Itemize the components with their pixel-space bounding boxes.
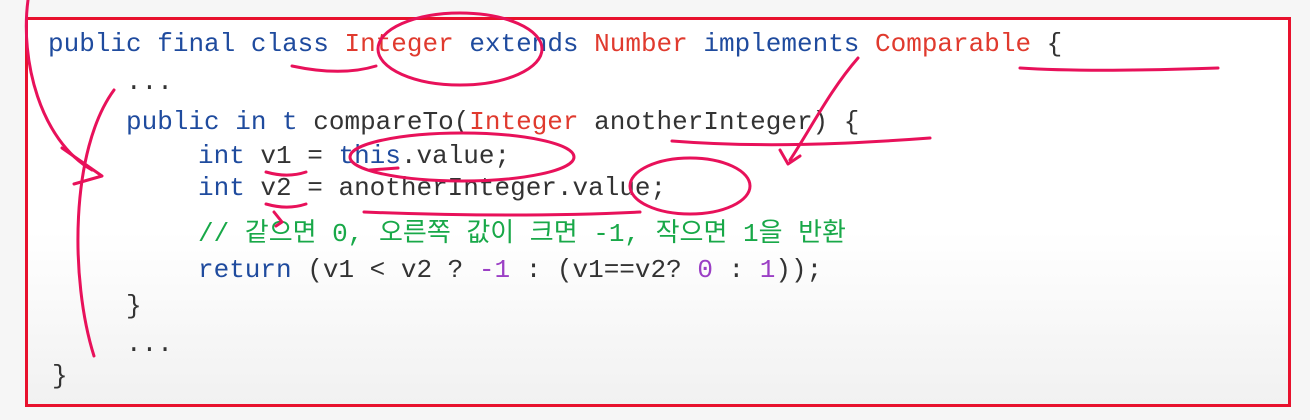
keyword-class: class xyxy=(250,29,329,59)
keyword-this: this xyxy=(338,141,401,171)
number-literal: 1 xyxy=(759,255,776,285)
code-line-3: public in t compareTo(Integer anotherInt… xyxy=(126,106,859,138)
variable-v1: v1 xyxy=(260,141,292,171)
assign-op: = xyxy=(307,141,323,171)
open-brace: { xyxy=(1046,29,1063,59)
expr-part: )); xyxy=(775,255,823,285)
code-line-5: int v2 = anotherInteger.value; xyxy=(198,172,666,204)
keyword-extends: extends xyxy=(469,29,579,59)
keyword-int: in t xyxy=(235,107,298,137)
number-literal: 0 xyxy=(697,255,713,285)
method-name: compareTo( xyxy=(313,107,470,137)
type-number: Number xyxy=(594,29,688,59)
keyword-return: return xyxy=(198,255,292,285)
code-line-4: int v1 = this.value; xyxy=(198,140,510,172)
number-literal: -1 xyxy=(478,255,511,285)
ellipsis: ... xyxy=(126,67,173,97)
code-slide-frame xyxy=(25,17,1291,407)
code-line-8: } xyxy=(126,290,142,322)
code-line-2: ... xyxy=(126,66,173,98)
value-access: anotherInteger.value; xyxy=(338,173,667,203)
type-integer: Integer xyxy=(469,107,579,137)
parameter: anotherInteger) { xyxy=(594,107,860,137)
expr-part: : (v1==v2? xyxy=(510,255,698,285)
code-line-1: public final class Integer extends Numbe… xyxy=(48,28,1062,60)
code-line-9: ... xyxy=(126,328,173,360)
code-line-10: } xyxy=(52,360,68,392)
code-comment: // 같으면 0, 오른쪽 값이 크면 -1, 작으면 1을 반환 xyxy=(198,219,846,249)
type-integer: Integer xyxy=(344,29,454,59)
keyword-implements: implements xyxy=(703,29,860,59)
close-brace: } xyxy=(52,361,68,391)
code-line-6: // 같으면 0, 오른쪽 값이 크면 -1, 작으면 1을 반환 xyxy=(198,218,846,250)
keyword-int: int xyxy=(198,141,245,171)
value-access: .value; xyxy=(400,141,511,171)
variable-v2: v2 xyxy=(260,173,292,203)
keyword-final: final xyxy=(157,29,236,59)
code-line-7: return (v1 < v2 ? -1 : (v1==v2? 0 : 1)); xyxy=(198,254,822,286)
keyword-int: int xyxy=(198,173,245,203)
assign-op: = xyxy=(307,173,323,203)
expr-part: : xyxy=(712,255,760,285)
keyword-public: public xyxy=(48,29,142,59)
keyword-public: public xyxy=(126,107,220,137)
ellipsis: ... xyxy=(126,329,173,359)
type-comparable: Comparable xyxy=(875,29,1032,59)
close-brace: } xyxy=(126,291,142,321)
expr-part: (v1 < v2 ? xyxy=(307,255,479,285)
